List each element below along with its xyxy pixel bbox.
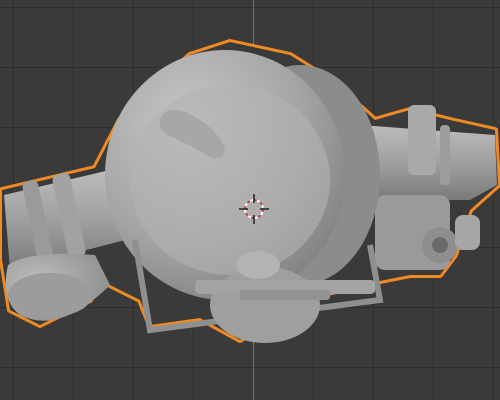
- left-cone-face: [8, 273, 92, 317]
- chin: [210, 267, 320, 343]
- right-barrel-hole: [432, 237, 448, 253]
- 3d-viewport[interactable]: [0, 0, 500, 400]
- chin-bump: [236, 251, 280, 279]
- right-barrel-tip: [455, 215, 480, 250]
- viewport-scene: [0, 39, 500, 343]
- selected-mesh-object[interactable]: [0, 39, 500, 343]
- right-arm-ring-2: [440, 125, 450, 185]
- inner-dome: [130, 85, 330, 275]
- cross-bar-lower: [240, 290, 330, 300]
- right-arm-ring: [408, 105, 436, 175]
